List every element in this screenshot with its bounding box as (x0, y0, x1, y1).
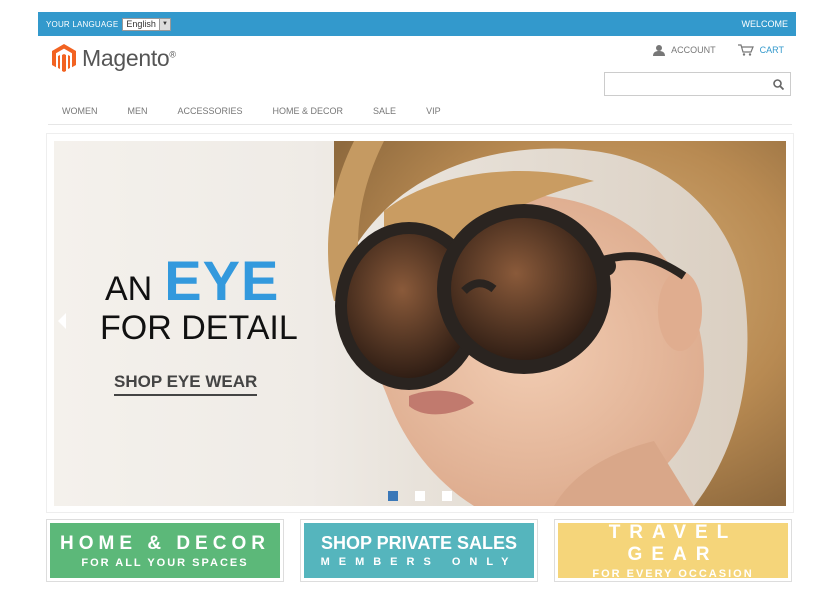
search-icon[interactable] (773, 78, 784, 90)
welcome-message: WELCOME (741, 19, 788, 29)
user-icon (653, 44, 666, 56)
main-nav: WOMEN MEN ACCESSORIES HOME & DECOR SALE … (62, 106, 471, 116)
promo-subtitle: FOR EVERY OCCASION (592, 567, 754, 580)
slider-dot[interactable] (415, 491, 425, 501)
promo-title: TRAVEL GEAR (608, 521, 738, 565)
promo-home-decor-banner: HOME & DECOR FOR ALL YOUR SPACES (50, 523, 280, 578)
top-bar: YOUR LANGUAGE English ▼ WELCOME (38, 12, 796, 36)
promo-title: SHOP PRIVATE SALES (320, 533, 518, 553)
promo-travel-gear[interactable]: TRAVEL GEAR FOR EVERY OCCASION (554, 519, 792, 582)
nav-item-women[interactable]: WOMEN (62, 106, 98, 116)
promo-private-sales-banner: SHOP PRIVATE SALES MEMBERS ONLY (304, 523, 534, 578)
search-input[interactable] (605, 73, 765, 95)
promo-subtitle: MEMBERS ONLY (320, 556, 518, 568)
hero-slider[interactable]: AN EYE FOR DETAIL SHOP EYE WEAR (54, 141, 786, 506)
search-box (604, 72, 791, 96)
hero-headline-emphasis: EYE (164, 249, 280, 312)
slider-dots (388, 491, 452, 501)
nav-item-men[interactable]: MEN (128, 106, 148, 116)
hero-headline-prefix: AN (105, 270, 153, 308)
slider-dot[interactable] (388, 491, 398, 501)
nav-divider (48, 124, 792, 125)
hero-headline: AN EYE (105, 253, 279, 309)
site-logo[interactable]: Magento® (52, 44, 176, 72)
promo-home-decor[interactable]: HOME & DECOR FOR ALL YOUR SPACES (46, 519, 284, 582)
magento-logo-icon (52, 44, 76, 72)
promo-title: HOME & DECOR (60, 532, 270, 554)
account-links: ACCOUNT CART (653, 44, 784, 56)
language-select[interactable]: English ▼ (122, 17, 171, 31)
language-value: English (126, 18, 156, 29)
account-link[interactable]: ACCOUNT (653, 44, 716, 56)
cart-label: CART (759, 45, 784, 55)
cart-link[interactable]: CART (737, 44, 784, 56)
promo-subtitle: FOR ALL YOUR SPACES (81, 556, 249, 569)
nav-item-sale[interactable]: SALE (373, 106, 396, 116)
logo-text: Magento® (82, 44, 176, 71)
cart-icon (737, 44, 754, 56)
chevron-left-icon[interactable] (58, 313, 66, 329)
hero-subheadline: FOR DETAIL (100, 309, 298, 347)
nav-item-home-decor[interactable]: HOME & DECOR (273, 106, 344, 116)
language-label: YOUR LANGUAGE (46, 19, 119, 29)
promo-private-sales[interactable]: SHOP PRIVATE SALES MEMBERS ONLY (300, 519, 538, 582)
shop-eye-wear-link[interactable]: SHOP EYE WEAR (114, 372, 258, 396)
chevron-down-icon: ▼ (158, 18, 170, 30)
nav-item-vip[interactable]: VIP (426, 106, 441, 116)
nav-item-accessories[interactable]: ACCESSORIES (178, 106, 243, 116)
slider-dot[interactable] (442, 491, 452, 501)
language-switcher: YOUR LANGUAGE English ▼ (46, 17, 171, 31)
promo-travel-gear-banner: TRAVEL GEAR FOR EVERY OCCASION (558, 521, 788, 580)
account-label: ACCOUNT (671, 45, 716, 55)
